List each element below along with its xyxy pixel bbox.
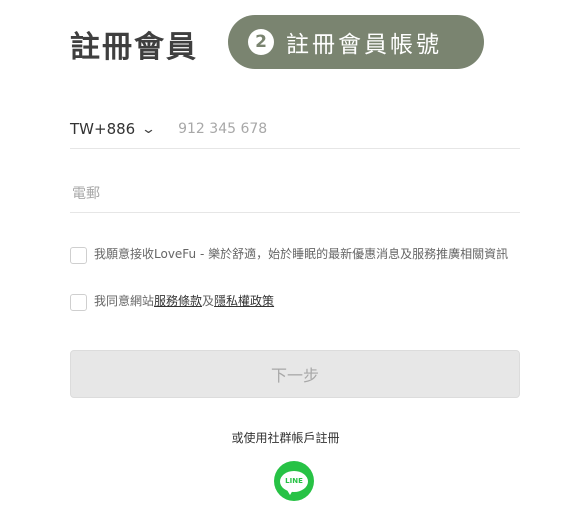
- phone-row: TW+886 ⌄: [70, 110, 520, 149]
- step-indicator: 2 註冊會員帳號: [228, 15, 484, 69]
- phone-input[interactable]: [176, 120, 481, 138]
- terms-consent-row: 我同意網站服務條款及隱私權政策: [70, 293, 530, 311]
- email-input[interactable]: [70, 185, 514, 203]
- step-label: 註冊會員帳號: [286, 32, 442, 58]
- marketing-consent-row: 我願意接收LoveFu - 樂於舒適，始於睡眠的最新優惠消息及服務推廣相關資訊: [70, 246, 530, 264]
- country-code-value: TW+886: [70, 120, 136, 138]
- marketing-consent-checkbox[interactable]: [70, 247, 87, 264]
- line-login-button[interactable]: LINE: [274, 461, 314, 501]
- line-icon-text: LINE: [285, 477, 303, 485]
- social-signup-label: 或使用社群帳戶註冊: [231, 431, 340, 445]
- terms-consent-text: 我同意網站服務條款及隱私權政策: [94, 293, 274, 310]
- terms-consent-prefix: 我同意網站: [94, 294, 155, 308]
- privacy-policy-link[interactable]: 隱私權政策: [214, 294, 274, 308]
- page-title: 註冊會員: [70, 30, 198, 65]
- chevron-down-icon: ⌄: [141, 121, 157, 137]
- terms-consent-join: 及: [202, 294, 215, 308]
- step-number-badge: 2: [248, 29, 274, 55]
- email-row: [70, 176, 520, 213]
- country-code-select[interactable]: TW+886 ⌄: [70, 120, 157, 138]
- marketing-consent-text: 我願意接收LoveFu - 樂於舒適，始於睡眠的最新優惠消息及服務推廣相關資訊: [94, 247, 509, 261]
- terms-consent-checkbox[interactable]: [70, 294, 87, 311]
- next-step-button[interactable]: 下一步: [70, 350, 520, 398]
- line-icon: LINE: [280, 470, 308, 495]
- terms-of-service-link[interactable]: 服務條款: [154, 294, 202, 308]
